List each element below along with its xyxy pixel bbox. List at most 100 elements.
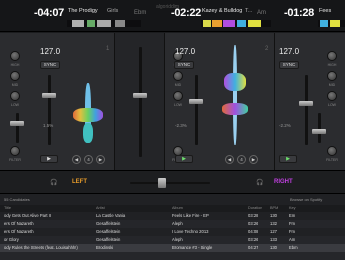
deck-2-sync-button[interactable]: SYNC [174,61,194,69]
table-row[interactable] [0,252,345,260]
deck-1-play-button[interactable]: ▶ [40,155,58,163]
deck-2-loop-size[interactable]: 4 [237,155,246,164]
deck-3-pitch-percent: -2.2% [279,123,291,128]
col-title-header[interactable]: Title [4,206,11,210]
crossfader-left-label[interactable]: LEFT [72,179,87,185]
deck-3-time: -01:28 [284,7,314,19]
deck-3-artist: Fees [319,8,332,14]
deck-1-mid-label: MID [11,83,19,87]
row-album: Aleph [172,221,183,226]
deck-1: HIGH MID LOW FILTER 127.0 SYNC 1.5% ▶ 1 … [0,33,115,170]
deck-1-pitch-fader[interactable] [42,93,56,98]
deck-1-overview-waveform[interactable] [67,20,141,27]
table-row[interactable]: or Glory Gesaffelstein Aleph 03:26 133 A… [0,236,345,244]
col-artist-header[interactable]: Artist [96,206,105,210]
deck-1-volume-fader[interactable] [10,121,24,126]
deck-2-loop-back-button[interactable]: ◀ [225,155,234,164]
deck-3-filter-label: FILTER [326,158,338,162]
deck-2-loop-forward-button[interactable]: ▶ [249,155,258,164]
deck-1-time: -04:07 [34,7,64,19]
table-row[interactable]: ers Of Nazareth Gesaffelstein Aleph 03:2… [0,220,345,228]
table-row[interactable]: ody Gets Out Alive Part II La Castle Van… [0,212,345,220]
crossfader-horizontal-handle[interactable] [158,178,166,188]
deck-3-volume-track [318,113,321,143]
deck-2-pitch-percent: -2.3% [175,123,187,128]
deck-2-low-label: LOW [174,103,182,107]
row-album: Aleph [172,237,183,242]
col-album-header[interactable]: Album [172,206,183,210]
col-duration-header[interactable]: Duration [248,206,262,210]
deck-1-pitch-percent: 1.5% [43,123,54,128]
table-row-selected[interactable]: ody Rules the Streets (feat. Louisahhh!)… [0,244,345,252]
deck-3-high-knob[interactable] [327,51,337,61]
deck-2-time: -02:22 [171,7,201,19]
deck-1-header: -04:07 The Prodigy Girls Ebm [0,4,146,28]
headphones-right-icon[interactable]: 🎧 [256,179,263,186]
deck-1-sync-button[interactable]: SYNC [40,61,60,69]
row-title: or Glory [4,237,19,242]
deck-1-bpm: 127.0 [40,47,61,56]
deck-1-waveform[interactable] [66,53,110,151]
deck-1-pitch-track [48,75,51,145]
deck-2-artist: Kazey & Bulldog [202,8,243,14]
crossfader-right-label[interactable]: RIGHT [274,179,293,185]
row-duration: 03:28 [248,213,259,218]
library-browse-spotify[interactable]: Browse on Spotify [290,197,322,202]
mixer-crossfader-track [139,47,142,157]
deck-1-loop-size[interactable]: 4 [84,155,93,164]
deck-3-pitch-fader[interactable] [299,101,313,106]
col-key-header[interactable]: Key [289,206,296,210]
deck-2: HIGH MID LOW FILTER 127.0 SYNC 2 -2.3% ▶… [165,33,275,170]
deck-2-overview-waveform[interactable] [201,20,271,27]
deck-3-high-label: HIGH [327,63,337,67]
deck-2-header: -02:22 Kazey & Bulldog T... Am [165,4,275,28]
deck-1-low-knob[interactable] [10,91,20,101]
row-key: Fm [289,221,296,226]
row-artist: Gesaffelstein [96,229,121,234]
row-album: Feels Like Fire - EP [172,213,209,218]
row-duration: 03:26 [248,221,259,226]
deck-1-number: 1 [106,46,110,52]
deck-1-filter-knob[interactable] [10,146,20,156]
deck-1-high-knob[interactable] [10,51,20,61]
row-album: Bromance #3 - Single [172,245,213,250]
deck-2-waveform[interactable] [213,43,257,151]
deck-2-play-button[interactable]: ▶ [175,155,193,163]
deck-2-title: T... [245,8,253,14]
library-header-row: Title Artist Album Duration BPM Key [0,205,345,212]
deck-1-filter-label: FILTER [9,158,21,162]
col-bpm-header[interactable]: BPM [270,206,278,210]
deck-header-bar: -04:07 The Prodigy Girls Ebm algoriddim … [0,0,345,32]
deck-2-number: 2 [265,46,269,52]
deck-2-low-knob[interactable] [173,91,183,101]
deck-3-volume-fader[interactable] [312,129,326,134]
deck-2-pitch-fader[interactable] [189,99,203,104]
deck-1-mid-knob[interactable] [10,71,20,81]
headphones-left-icon[interactable]: 🎧 [50,179,57,186]
deck-2-mid-knob[interactable] [173,71,183,81]
deck-3-play-button[interactable]: ▶ [279,155,297,163]
deck-3-pitch-track [305,75,308,145]
row-artist: La Castle Vania [96,213,126,218]
mixer-crossfader[interactable] [133,93,147,98]
deck-3-overview-waveform[interactable] [318,20,345,27]
deck-1-loop-back-button[interactable]: ◀ [72,155,81,164]
library-tab-candidates[interactable]: 55 Candidates [4,197,30,202]
deck-1-loop-forward-button[interactable]: ▶ [96,155,105,164]
deck-3-sync-button[interactable]: SYNC [279,61,299,69]
deck-3-filter-knob[interactable] [327,146,337,156]
row-key: Am [289,237,296,242]
table-row[interactable]: ers Of Nazareth Gesaffelstein I Love Tec… [0,228,345,236]
row-album: I Love Techno 2013 [172,229,209,234]
deck-1-artist: The Prodigy [68,8,98,14]
deck-3-mid-knob[interactable] [327,71,337,81]
deck-2-mid-label: MID [174,83,182,87]
deck-3-low-knob[interactable] [327,91,337,101]
row-key: Ebm [289,245,298,250]
row-bpm: 132 [270,221,277,226]
row-duration: 04:08 [248,229,259,234]
deck-3-mid-label: MID [328,83,336,87]
row-title: ers Of Nazareth [4,221,34,226]
row-duration: 03:26 [248,237,259,242]
deck-3-low-label: LOW [328,103,336,107]
